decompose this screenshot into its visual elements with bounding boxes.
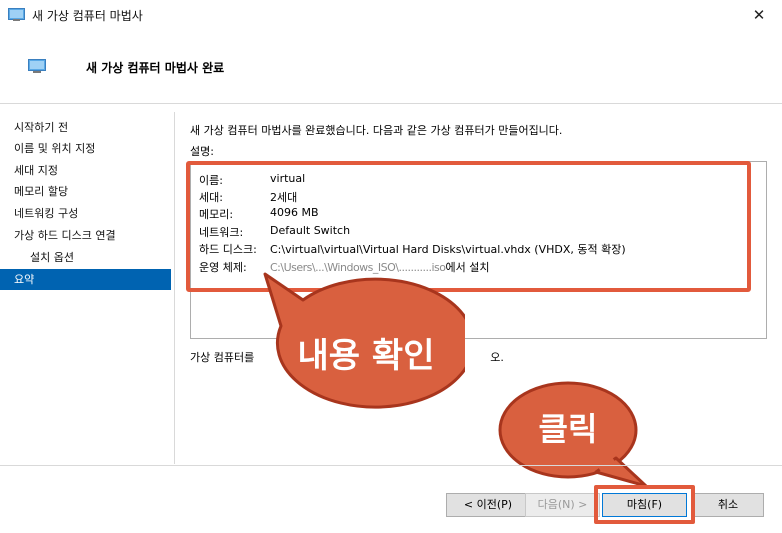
wizard-header: 새 가상 컴퓨터 마법사 완료	[0, 30, 782, 104]
window-title: 새 가상 컴퓨터 마법사	[32, 9, 143, 23]
wizard-steps: 시작하기 전 이름 및 위치 지정 세대 지정 메모리 할당 네트워킹 구성 가…	[0, 105, 175, 465]
step-virtual-hard-disk[interactable]: 가상 하드 디스크 연결	[0, 225, 171, 246]
next-button[interactable]: 다음(N) >	[525, 493, 600, 517]
callout-check-text: 내용 확인	[297, 336, 435, 376]
step-networking[interactable]: 네트워킹 구성	[0, 203, 171, 224]
footer-divider	[0, 465, 782, 466]
finish-hint-end: 오.	[490, 351, 504, 364]
finish-hint-start: 가상 컴퓨터를	[190, 351, 255, 364]
previous-button[interactable]: < 이전(P)	[446, 493, 530, 517]
sidebar-divider	[174, 112, 175, 464]
step-generation[interactable]: 세대 지정	[0, 160, 171, 181]
description-label: 설명:	[190, 145, 214, 158]
step-installation-options[interactable]: 설치 옵션	[0, 247, 171, 268]
step-summary[interactable]: 요약	[0, 269, 171, 290]
page-title: 새 가상 컴퓨터 마법사 완료	[86, 61, 225, 75]
intro-text: 새 가상 컴퓨터 마법사를 완료했습니다. 다음과 같은 가상 컴퓨터가 만들어…	[190, 124, 563, 137]
step-memory[interactable]: 메모리 할당	[0, 181, 171, 202]
step-before-you-begin[interactable]: 시작하기 전	[0, 117, 171, 138]
close-icon[interactable]: ✕	[736, 0, 782, 30]
callout-click-text: 클릭	[538, 410, 598, 448]
finish-highlight	[594, 485, 695, 524]
virtual-machine-icon	[8, 8, 25, 21]
cancel-button[interactable]: 취소	[692, 493, 764, 517]
virtual-machine-icon	[28, 59, 46, 73]
step-name-and-location[interactable]: 이름 및 위치 지정	[0, 138, 171, 159]
title-bar: 새 가상 컴퓨터 마법사 ✕	[0, 0, 782, 30]
